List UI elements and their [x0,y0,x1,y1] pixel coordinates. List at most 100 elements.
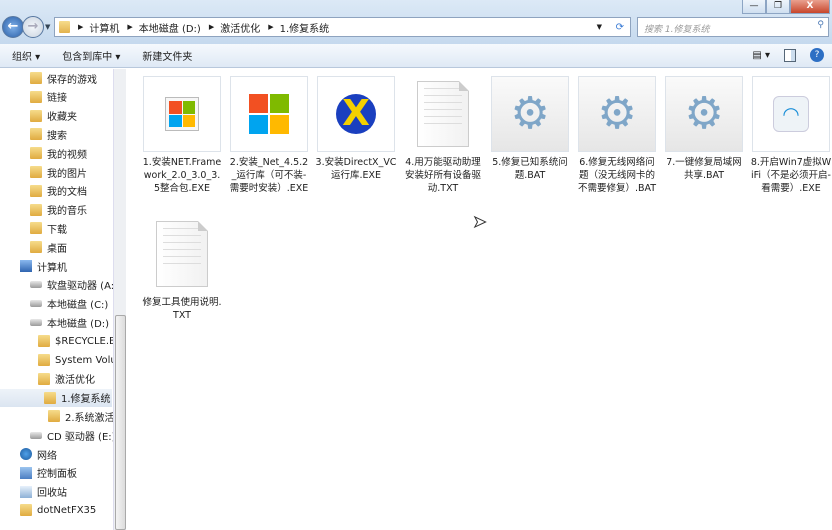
sidebar-item[interactable]: 收藏夹 [30,107,126,125]
sidebar-item[interactable]: 软盘驱动器 (A: [30,276,126,294]
sidebar-item[interactable]: dotNetFX35 [20,501,126,519]
folder-icon [30,109,42,122]
sidebar-item-label: 软盘驱动器 (A: [47,281,115,293]
sidebar-item-label: 搜索 [47,130,67,142]
file-name: 2.安装_Net_4.5.2_运行库（可不装-需要时安装）.EXE [229,157,309,194]
close-button[interactable]: X [790,0,830,14]
breadcrumb-d-drive[interactable]: 本地磁盘 (D:) [139,20,201,35]
breadcrumb-repair[interactable]: 1.修复系统 [280,20,330,35]
minimize-button[interactable]: — [742,0,766,14]
scrollbar-thumb[interactable] [115,315,126,530]
preview-pane-icon[interactable] [784,48,796,62]
sidebar-item[interactable]: CD 驱动器 (E:) [30,426,126,444]
sidebar-item-label: 链接 [47,93,67,105]
breadcrumb-computer[interactable]: 计算机 [89,20,119,35]
sidebar-item[interactable]: 控制面板 [20,464,126,482]
drive-icon [30,281,42,289]
sidebar-item[interactable]: 我的音乐 [30,201,126,219]
text-file-icon [417,81,469,147]
search-input[interactable]: 搜索 1.修复系统 ⚲ [637,17,829,37]
refresh-icon[interactable]: ⟳ [616,22,624,33]
back-button[interactable]: ← [2,16,24,38]
sidebar-item-label: 我的图片 [47,168,87,180]
file-name: 8.开启Win7虚拟WiFi（不是必须开启-看需要）.EXE [750,157,832,194]
search-icon[interactable]: ⚲ [817,20,824,30]
sidebar-item-label: 我的视频 [47,149,87,161]
file-name: 6.修复无线网络问题（没无线网卡的不需要修复）.BAT [577,157,657,194]
sidebar-item-label: 计算机 [37,262,67,274]
folder-icon [30,166,42,178]
microsoft-logo-icon [249,94,289,134]
file-name: 1.安装NET.Framework_2.0_3.0_3.5整合包.EXE [142,157,222,194]
sidebar-item-label: $RECYCLE.B [55,335,116,347]
batch-gear-icon: ⚙ [597,88,637,139]
sidebar-item-label: 收藏夹 [47,112,77,124]
file-name: 4.用万能驱动助理安装好所有设备驱动.TXT [404,157,481,194]
file-item[interactable]: ⚙ 5.修复已知系统问题.BAT [487,76,573,182]
sidebar-item[interactable]: 保存的游戏 [30,69,126,87]
file-name: 7.一键修复局域网共享.BAT [666,157,742,181]
folder-icon [30,203,42,216]
sidebar-item[interactable]: 计算机 [20,257,126,275]
file-item[interactable]: 修复工具使用说明.TXT [139,216,225,322]
sidebar-item[interactable]: 链接 [30,88,126,106]
sidebar-item-label: 本地磁盘 (D:) [47,318,110,330]
sidebar-item[interactable]: 下载 [30,219,126,237]
forward-button[interactable]: → [22,16,44,38]
sidebar-item[interactable]: 搜索 [30,125,126,143]
file-item[interactable]: X 3.安装DirectX_VC运行库.EXE [313,76,399,182]
sidebar-scrollbar[interactable] [113,69,126,530]
sidebar-item-label: 我的文档 [47,187,87,199]
view-options-button[interactable]: ▤ ▾ [752,50,770,61]
sidebar-item[interactable]: 本地磁盘 (D:) [30,313,126,331]
network-icon [20,448,32,460]
sidebar-item[interactable]: 网络 [20,445,126,463]
sidebar-item-label: 激活优化 [55,375,95,387]
folder-icon [30,128,42,141]
sidebar-item[interactable]: 桌面 [30,238,126,256]
drive-icon [30,431,42,439]
file-item[interactable]: ⚙ 7.一键修复局域网共享.BAT [661,76,747,182]
folder-icon [38,354,50,366]
sidebar-item-label: 下载 [47,224,67,236]
sidebar-item[interactable]: 我的图片 [30,163,126,181]
computer-icon [20,260,32,272]
mouse-cursor-icon: ➤ [472,212,487,232]
batch-gear-icon: ⚙ [684,88,724,139]
sidebar-item-label: 网络 [37,450,57,462]
navigation-pane: 保存的游戏链接收藏夹搜索我的视频我的图片我的文档我的音乐下载桌面计算机软盘驱动器… [0,69,126,530]
folder-icon [20,504,32,517]
file-item[interactable]: 1.安装NET.Framework_2.0_3.0_3.5整合包.EXE [139,76,225,195]
breadcrumb-activation[interactable]: 激活优化 [220,20,260,35]
sidebar-item-label: 保存的游戏 [47,74,97,86]
sidebar-item[interactable]: 本地磁盘 (C:) [30,295,126,313]
sidebar-item-label: 桌面 [47,243,67,255]
maximize-button[interactable]: ❐ [766,0,790,14]
file-list: 1.安装NET.Framework_2.0_3.0_3.5整合包.EXE 2.安装… [127,69,832,530]
file-item[interactable]: 2.安装_Net_4.5.2_运行库（可不装-需要时安装）.EXE [226,76,312,195]
organize-button[interactable]: 组织 ▾ [12,48,40,63]
include-library-button[interactable]: 包含到库中 ▾ [62,48,120,63]
sidebar-item-label: 1.修复系统 [61,394,111,406]
sidebar-item-label: 回收站 [37,488,67,500]
file-item[interactable]: 4.用万能驱动助理安装好所有设备驱动.TXT [400,76,486,195]
batch-gear-icon: ⚙ [510,88,550,139]
folder-icon [30,184,42,197]
sidebar-item[interactable]: 回收站 [20,483,126,501]
new-folder-button[interactable]: 新建文件夹 [142,48,192,63]
folder-icon [30,72,42,84]
help-icon[interactable]: ? [810,48,824,62]
file-item[interactable]: ◠ 8.开启Win7虚拟WiFi（不是必须开启-看需要）.EXE [748,76,832,195]
sidebar-item[interactable]: 1.修复系统 [0,388,112,407]
folder-icon [48,410,60,423]
address-bar[interactable]: ▶ 计算机 ▶ 本地磁盘 (D:) ▶ 激活优化 ▶ 1.修复系统 ▼ ⟳ [54,17,631,37]
sidebar-item[interactable]: 我的视频 [30,144,126,162]
history-dropdown-icon[interactable]: ▼ [45,23,50,31]
folder-icon [38,372,50,385]
address-dropdown-icon[interactable]: ▼ [597,23,602,31]
folder-icon [30,90,42,103]
file-item[interactable]: ⚙ 6.修复无线网络问题（没无线网卡的不需要修复）.BAT [574,76,660,195]
folder-icon [44,391,56,404]
sidebar-item[interactable]: 我的文档 [30,182,126,200]
sidebar-item-label: 我的音乐 [47,206,87,218]
